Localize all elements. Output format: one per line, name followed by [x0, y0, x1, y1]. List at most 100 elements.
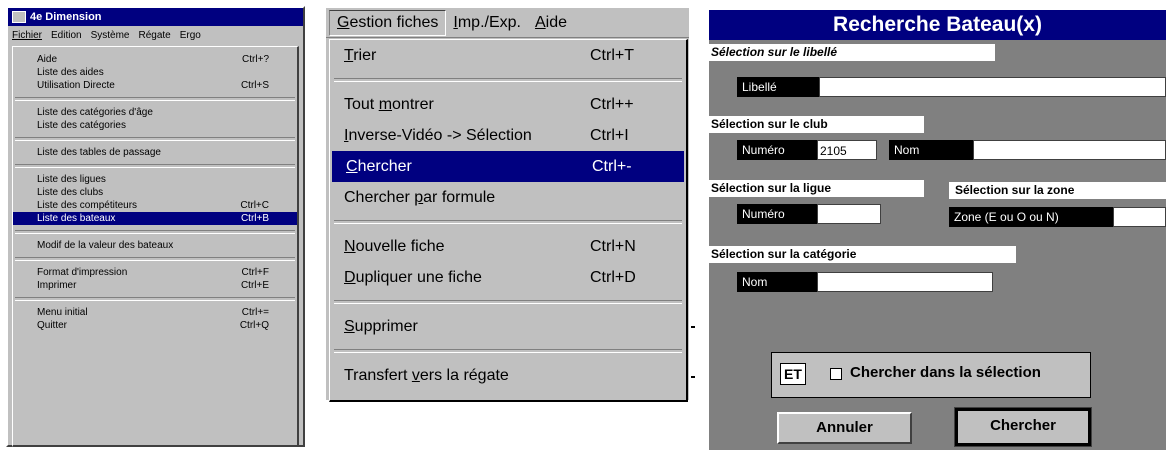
ligue-section-header: Sélection sur la ligue [709, 180, 924, 197]
menu-item-label: Dupliquer une fiche [344, 262, 590, 293]
menu-item[interactable]: Supprimer [330, 311, 686, 342]
menu-separator [15, 97, 295, 101]
menu-item-label: Supprimer [344, 311, 590, 342]
menu-item[interactable]: Nouvelle fiche Ctrl+N [330, 231, 686, 262]
menu-item-label: Utilisation Directe [37, 80, 115, 91]
menu-item[interactable]: Liste des clubs [13, 186, 297, 199]
menu-mnemonic: m [378, 96, 393, 113]
fichier-menu: Aide Ctrl+? Liste des aides Utilisation Dir… [12, 46, 299, 447]
club-numero-label: Numéro [737, 140, 817, 160]
menu-item[interactable]: Liste des aides [13, 66, 297, 79]
menu-label-text: upprimer [354, 318, 418, 335]
window-edge-mark [691, 326, 695, 328]
menu-item[interactable]: Utilisation Directe Ctrl+S [13, 79, 297, 92]
menu-mnemonic: S [344, 318, 355, 335]
menu-item-label: Menu initial [37, 307, 88, 318]
menu-mnemonic: N [344, 238, 356, 255]
menu-item-label: Tout montrer [344, 89, 590, 120]
categorie-nom-label: Nom [737, 272, 817, 292]
menubar: Fichier Edition Système Régate Ergo [8, 26, 303, 44]
menu-separator [15, 257, 295, 261]
menu-item[interactable]: Trier Ctrl+T [330, 40, 686, 71]
menu-item[interactable]: Imprimer Ctrl+E [13, 279, 297, 292]
menu-separator [15, 230, 295, 234]
menu-label-text: estion fiches [349, 13, 439, 31]
menu-mnemonic: C [346, 158, 358, 175]
menu-item[interactable]: Liste des catégories [13, 119, 297, 132]
club-nom-input[interactable] [973, 140, 1166, 160]
menu-separator [334, 220, 682, 224]
menu-label-text: Chercher [344, 189, 415, 206]
menu-item[interactable]: Modif de la valeur des bateaux [13, 239, 297, 252]
zone-input[interactable] [1113, 207, 1166, 227]
menu-separator [15, 297, 295, 301]
menu-label-text: ide [545, 13, 568, 31]
menu-item[interactable]: Liste des ligues [13, 173, 297, 186]
menu-aide[interactable]: Aide [528, 14, 574, 32]
menu-separator [334, 300, 682, 304]
menu-item-label: Liste des catégories d'âge [37, 107, 153, 118]
menu-ergo[interactable]: Ergo [180, 30, 201, 41]
chercher-selection-checkbox[interactable] [830, 368, 842, 380]
menu-item-shortcut: Ctrl+B [240, 213, 269, 224]
menu-item-shortcut: Ctrl+- [592, 158, 632, 175]
menu-item[interactable]: Transfert vers la régate [330, 360, 686, 391]
menu-item-label: Liste des compétiteurs [37, 200, 138, 211]
zone-section-header: Sélection sur la zone [949, 182, 1166, 199]
dimension-window: 4e Dimension Fichier Edition Système Régate… [6, 6, 305, 447]
menu-label-text: ontrer [392, 96, 434, 113]
menu-r-gate[interactable]: Régate [139, 30, 171, 41]
menubar: Gestion fiches Imp./Exp. Aide [326, 8, 689, 38]
menu-imp-exp-[interactable]: Imp./Exp. [446, 14, 528, 32]
chercher-button[interactable]: Chercher [954, 407, 1092, 447]
menu-label-text: ouvelle fiche [355, 238, 445, 255]
club-numero-input[interactable]: 2105 [817, 140, 877, 160]
menu-item-label: Transfert vers la régate [344, 360, 590, 391]
categorie-nom-input[interactable] [817, 272, 993, 292]
libelle-label: Libellé [737, 77, 819, 97]
menu-item[interactable]: Tout montrer Ctrl++ [330, 89, 686, 120]
menu-item[interactable]: Chercher par formule [330, 182, 686, 213]
menu-item[interactable]: Chercher Ctrl+- [332, 151, 684, 182]
menu-item[interactable]: Liste des bateaux Ctrl+B [13, 212, 297, 225]
window-title: 4e Dimension [30, 11, 102, 23]
menu-item[interactable]: Aide Ctrl+? [13, 53, 297, 66]
menu-item-label: Format d'impression [37, 267, 128, 278]
menu-item[interactable]: Format d'impression Ctrl+F [13, 266, 297, 279]
menu-label-text: Transfert [344, 367, 412, 384]
menu-label-text: hercher [357, 158, 412, 175]
menu-item-label: Trier [344, 40, 590, 71]
menu-label-text: ers la régate [419, 367, 509, 384]
menu-item-label: Modif de la valeur des bateaux [37, 240, 174, 251]
menu-label-text: upliquer une fiche [355, 269, 482, 286]
app-icon [12, 11, 26, 23]
menu-item[interactable]: Quitter Ctrl+Q [13, 319, 297, 332]
menu-syst-me[interactable]: Système [91, 30, 130, 41]
menu-separator [334, 349, 682, 353]
ligue-numero-input[interactable] [817, 204, 881, 224]
menu-fichier[interactable]: Fichier [12, 30, 42, 41]
annuler-button[interactable]: Annuler [777, 412, 912, 444]
menu-item[interactable]: Liste des catégories d'âge [13, 106, 297, 119]
menu-item[interactable]: Liste des compétiteurs Ctrl+C [13, 199, 297, 212]
et-operator-toggle[interactable]: ET [780, 363, 806, 385]
menu-edition[interactable]: Edition [51, 30, 82, 41]
recherche-bateaux-dialog: Recherche Bateau(x) Sélection sur le lib… [707, 8, 1166, 450]
menu-item[interactable]: Inverse-Vidéo -> Sélection Ctrl+I [330, 120, 686, 151]
menu-item[interactable]: Dupliquer une fiche Ctrl+D [330, 262, 686, 293]
menu-item[interactable]: Menu initial Ctrl+= [13, 306, 297, 319]
menu-mnemonic: D [344, 269, 356, 286]
menu-mnemonic: A [534, 13, 546, 31]
dialog-title: Recherche Bateau(x) [709, 10, 1166, 40]
menu-mnemonic: G [337, 13, 350, 31]
ligue-numero-label: Numéro [737, 204, 817, 224]
libelle-input[interactable] [819, 77, 1166, 97]
menu-item[interactable]: Liste des tables de passage [13, 146, 297, 159]
categorie-section-header: Sélection sur la catégorie [709, 246, 1016, 263]
menu-gestion-fiches[interactable]: Gestion fiches [329, 9, 447, 36]
menu-separator [15, 137, 295, 141]
menu-item-shortcut: Ctrl+C [240, 200, 269, 211]
menu-item-label: Liste des aides [37, 67, 104, 78]
menu-label-text: mp./Exp. [457, 13, 521, 31]
menu-item-shortcut: Ctrl+T [590, 47, 634, 64]
